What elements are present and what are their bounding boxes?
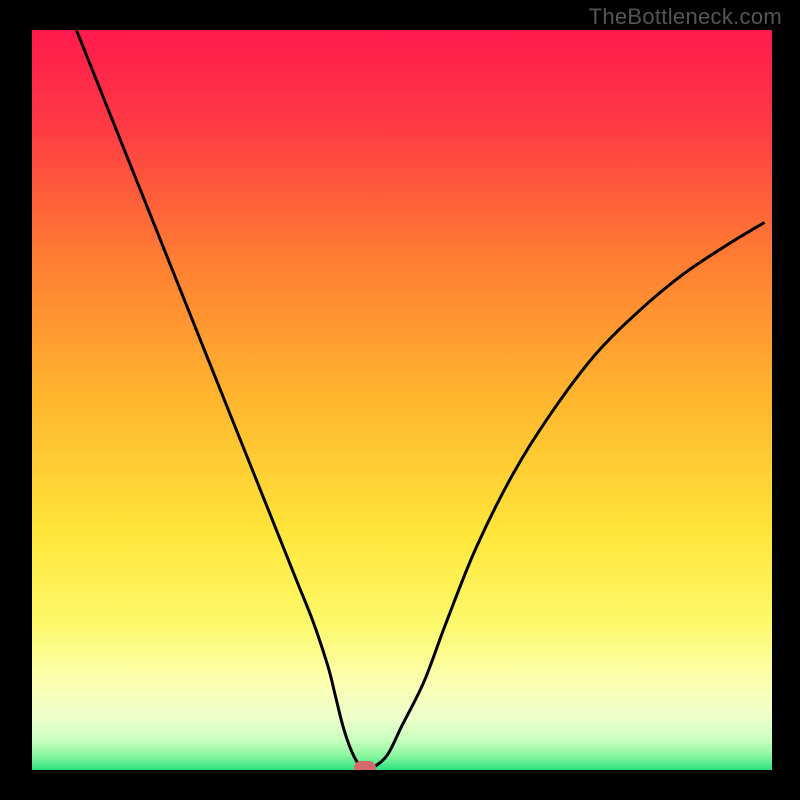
curve-svg bbox=[32, 30, 772, 770]
watermark-text: TheBottleneck.com bbox=[589, 4, 782, 30]
plot-area bbox=[32, 30, 772, 770]
chart-frame: TheBottleneck.com bbox=[0, 0, 800, 800]
minimum-marker bbox=[354, 761, 376, 770]
bottleneck-curve-path bbox=[76, 30, 764, 769]
